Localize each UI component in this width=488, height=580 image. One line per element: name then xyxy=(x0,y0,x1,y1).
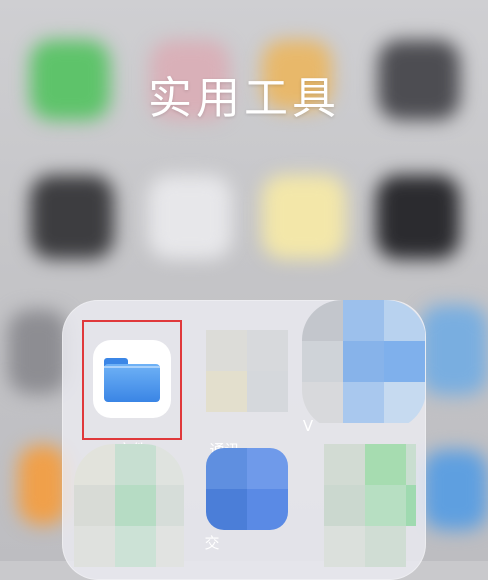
obscured-app-icon[interactable] xyxy=(206,448,288,530)
blurred-app-icon xyxy=(422,450,488,530)
obscured-app-icon[interactable] xyxy=(324,444,416,580)
red-highlight-box xyxy=(82,320,182,440)
tv-app-icon xyxy=(376,175,460,259)
app-label-v: V xyxy=(302,417,314,435)
app-label-jiao: 交 xyxy=(204,534,220,552)
obscured-app-icon[interactable] xyxy=(206,330,302,418)
clock-app-icon xyxy=(30,175,114,259)
obscured-app-bottom-right[interactable] xyxy=(324,440,416,580)
obscured-app-bottom-left[interactable] xyxy=(74,440,184,580)
calendar-app-icon xyxy=(148,175,232,259)
blurred-app-icon xyxy=(8,310,68,394)
obscured-app-icon[interactable] xyxy=(74,444,184,580)
blurred-app-icon xyxy=(18,445,68,525)
blurred-app-icon xyxy=(420,305,488,395)
obscured-app-jiao[interactable]: 交 xyxy=(202,448,302,580)
notes-app-icon xyxy=(262,175,346,259)
folder-title[interactable]: 实用工具 xyxy=(0,62,488,126)
obscured-app-icon[interactable] xyxy=(302,300,426,430)
